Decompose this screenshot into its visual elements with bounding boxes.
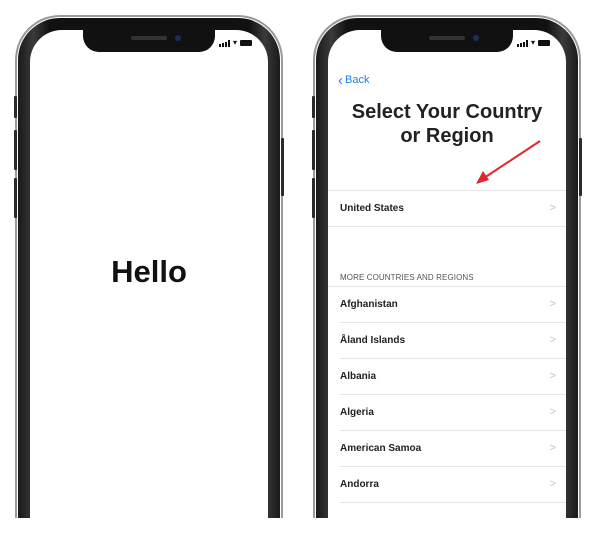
power-button bbox=[281, 138, 284, 196]
page-title-line1: Select Your Country bbox=[351, 101, 543, 123]
country-label: United States bbox=[340, 202, 404, 214]
right-phone-frame: ▾ ‹ Back Select Your Country or Region U… bbox=[312, 15, 582, 518]
country-row-andorra[interactable]: Andorra > bbox=[328, 466, 566, 502]
hello-greeting: Hello bbox=[111, 254, 187, 289]
right-screen: ▾ ‹ Back Select Your Country or Region U… bbox=[328, 30, 566, 518]
country-row-american-samoa[interactable]: American Samoa > bbox=[328, 430, 566, 466]
left-screen: ▾ Hello bbox=[30, 30, 268, 518]
country-row-algeria[interactable]: Algeria > bbox=[328, 394, 566, 430]
volume-down-button bbox=[14, 178, 17, 218]
divider bbox=[340, 502, 566, 503]
page-title-line2: or Region bbox=[400, 125, 494, 147]
power-button bbox=[579, 138, 582, 196]
country-label: Albania bbox=[340, 370, 377, 382]
chevron-right-icon: > bbox=[549, 202, 556, 214]
notch bbox=[381, 30, 513, 52]
signal-icon bbox=[516, 39, 528, 47]
country-row-albania[interactable]: Albania > bbox=[328, 358, 566, 394]
wifi-icon: ▾ bbox=[232, 38, 237, 47]
country-label: Afghanistan bbox=[340, 298, 398, 310]
battery-icon bbox=[538, 40, 550, 46]
chevron-right-icon: > bbox=[549, 298, 556, 310]
back-button[interactable]: ‹ Back bbox=[338, 71, 370, 89]
status-bar: ▾ bbox=[516, 38, 550, 47]
mute-switch bbox=[312, 96, 315, 118]
battery-icon bbox=[240, 40, 252, 46]
page-title: Select Your Country or Region bbox=[328, 100, 566, 148]
signal-icon bbox=[218, 39, 230, 47]
country-label: Åland Islands bbox=[340, 334, 406, 346]
section-header: MORE COUNTRIES AND REGIONS bbox=[340, 273, 474, 282]
country-label: Andorra bbox=[340, 478, 379, 490]
chevron-right-icon: > bbox=[549, 442, 556, 454]
chevron-right-icon: > bbox=[549, 334, 556, 346]
volume-down-button bbox=[312, 178, 315, 218]
country-label: Algeria bbox=[340, 406, 374, 418]
back-chevron-icon: ‹ bbox=[338, 71, 343, 89]
back-label: Back bbox=[345, 74, 370, 86]
country-row-united-states[interactable]: United States > bbox=[328, 190, 566, 226]
volume-up-button bbox=[312, 130, 315, 170]
chevron-right-icon: > bbox=[549, 478, 556, 490]
chevron-right-icon: > bbox=[549, 406, 556, 418]
chevron-right-icon: > bbox=[549, 370, 556, 382]
country-row-aland-islands[interactable]: Åland Islands > bbox=[328, 322, 566, 358]
left-phone-frame: ▾ Hello bbox=[14, 15, 284, 518]
mute-switch bbox=[14, 96, 17, 118]
wifi-icon: ▾ bbox=[530, 38, 535, 47]
status-bar: ▾ bbox=[218, 38, 252, 47]
notch bbox=[83, 30, 215, 52]
country-row-afghanistan[interactable]: Afghanistan > bbox=[328, 286, 566, 322]
country-label: American Samoa bbox=[340, 442, 422, 454]
volume-up-button bbox=[14, 130, 17, 170]
divider bbox=[328, 226, 566, 227]
